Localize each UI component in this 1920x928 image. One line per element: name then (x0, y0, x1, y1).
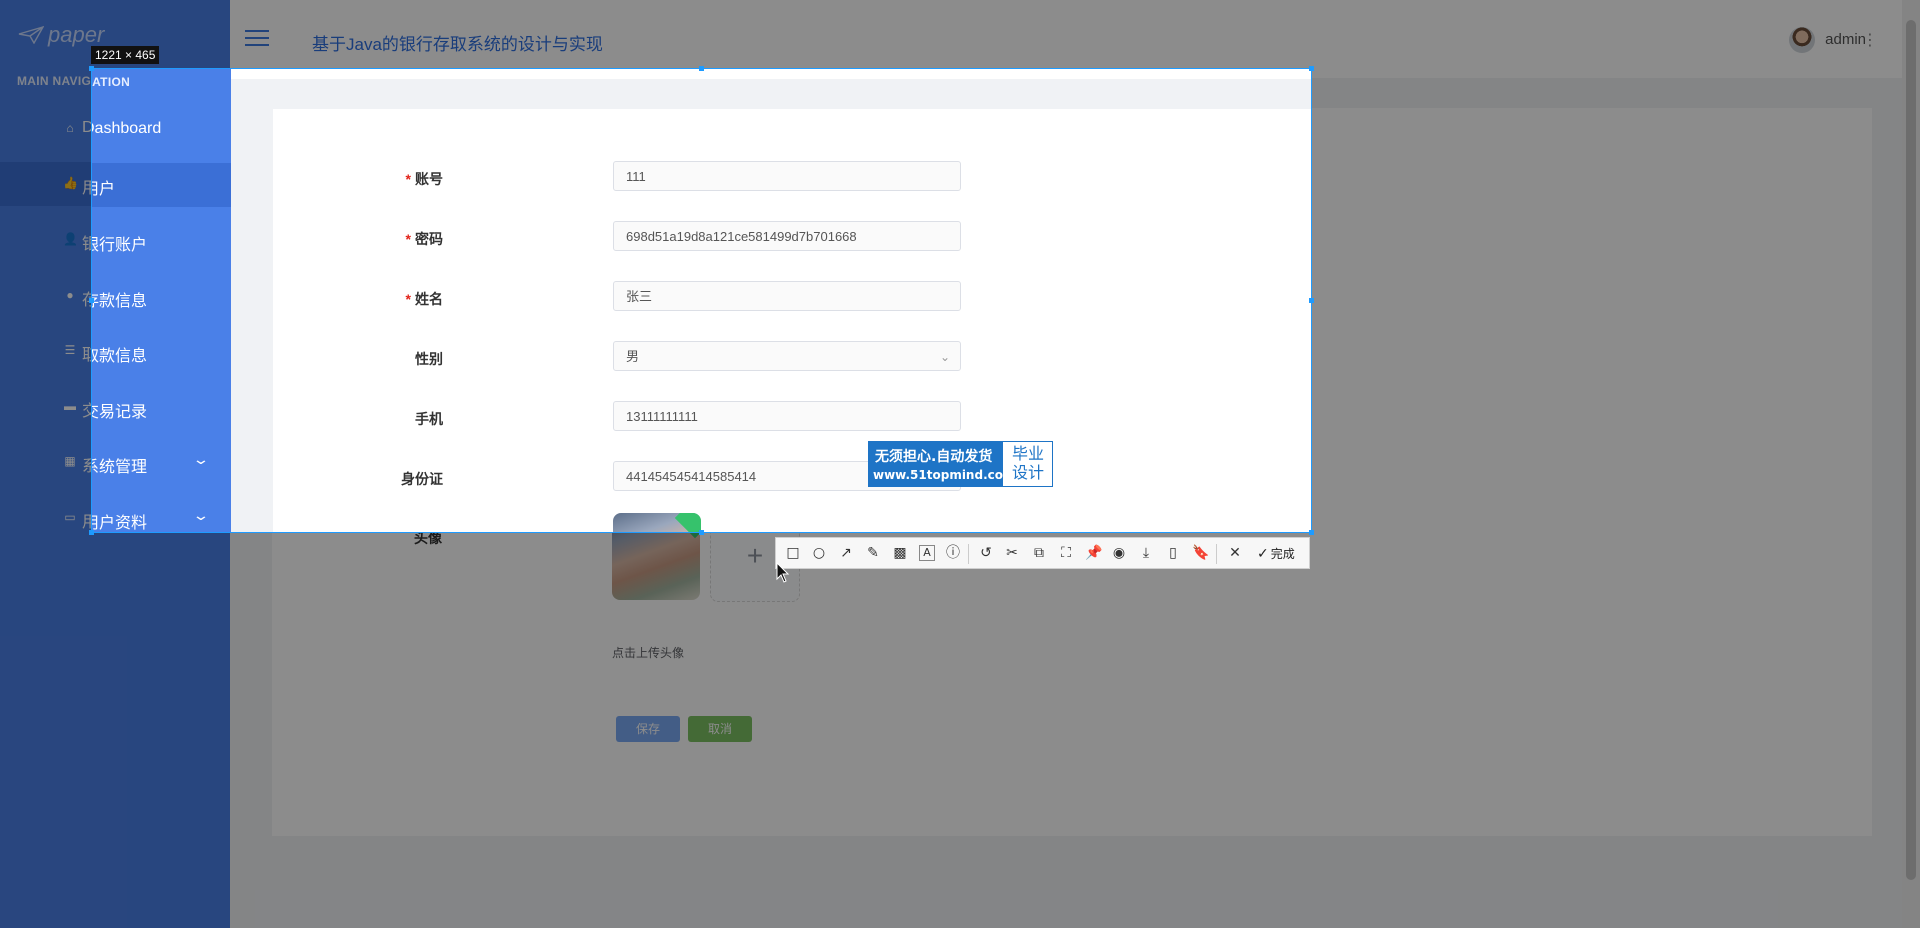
sidebar-item-transactions[interactable]: ▬交易记录 (92, 386, 231, 430)
bookmark-icon[interactable]: 🔖 (1192, 545, 1209, 561)
sidebar-item-bank-accounts[interactable]: 👤银行账户 (92, 219, 231, 263)
watermark-line2: www.51topmind.com (873, 468, 1016, 482)
watermark-right1: 毕业 (1011, 444, 1044, 463)
account-input[interactable]: 111 (613, 161, 961, 191)
resize-handle[interactable] (1309, 298, 1314, 303)
resize-handle[interactable] (89, 298, 94, 303)
number-marker-icon[interactable]: ⓘ (945, 545, 961, 561)
phone-label: 手机 (415, 411, 443, 427)
done-button[interactable]: ✓ 完成 (1257, 545, 1295, 562)
sidebar-item-profile[interactable]: ▭用户资料⌄ (92, 497, 231, 532)
resize-handle[interactable] (89, 66, 94, 71)
watermark-line1: 无须担心.自动发货 (875, 449, 993, 465)
mouse-cursor-icon (776, 562, 790, 583)
rectangle-tool-icon[interactable]: □ (785, 545, 801, 561)
download-icon[interactable]: ⤓ (1138, 545, 1154, 561)
sidebar-item-label: 存款信息 (92, 293, 148, 310)
sidebar-item-label: 取款信息 (92, 348, 148, 365)
sidebar-item-label: Dashboard (92, 120, 162, 137)
undo-icon[interactable]: ↺ (978, 545, 994, 561)
scan-icon[interactable]: ⛶ (1058, 545, 1074, 561)
pin-icon[interactable]: 📌 (1085, 545, 1102, 561)
gender-label: 性别 (415, 351, 443, 367)
sidebar-item-label: 用户资料 (92, 515, 148, 532)
long-screenshot-icon[interactable]: ▯ (1165, 545, 1181, 561)
name-input[interactable]: 张三 (613, 281, 961, 311)
scissors-icon[interactable]: ✂ (1004, 545, 1020, 561)
sidebar-item-label: 交易记录 (92, 404, 148, 421)
sidebar-item-users[interactable]: 👍用户 (92, 163, 265, 207)
capture-toolbar: □ ○ ↗ ✎ ▩ A ⓘ ↺ ✂ ⧉ ⛶ 📌 ◉ ⤓ ▯ 🔖 ✕ ✓ 完成 (775, 537, 1310, 569)
selection-size-label: 1221 × 465 (91, 46, 160, 64)
resize-handle[interactable] (699, 530, 704, 535)
phone-input[interactable]: 13111111111 (613, 401, 961, 431)
sidebar-item-system[interactable]: ▦系统管理⌄ (92, 441, 231, 485)
watermark-banner: 无须担心.自动发货 www.51topmind.com 毕业 设计 (868, 441, 1053, 487)
sidebar-item-deposits[interactable]: ●存款信息 (92, 275, 231, 319)
check-icon: ✓ (1257, 545, 1269, 561)
account-label: 账号 (415, 171, 443, 187)
sidebar-item-dashboard[interactable]: ⌂Dashboard (92, 108, 231, 152)
arrow-tool-icon[interactable]: ↗ (838, 545, 854, 561)
record-icon[interactable]: ◉ (1111, 545, 1127, 561)
sidebar-item-withdrawals[interactable]: ☰取款信息 (92, 330, 231, 374)
text-tool-icon[interactable]: A (919, 545, 935, 561)
chevron-down-icon: ⌄ (192, 507, 210, 523)
gender-value: 男 (626, 349, 640, 364)
resize-handle[interactable] (89, 530, 94, 535)
ellipse-tool-icon[interactable]: ○ (811, 545, 827, 561)
app-selection-view: MAIN NAVIGATION ⌂Dashboard 👍用户 👤银行账户 ●存款… (92, 69, 1311, 532)
watermark-right2: 设计 (1011, 463, 1044, 482)
sidebar-item-label: 系统管理 (92, 459, 148, 476)
mosaic-tool-icon[interactable]: ▩ (892, 545, 908, 561)
nav-section-title: MAIN NAVIGATION (92, 75, 131, 89)
chevron-down-icon: ⌄ (192, 451, 210, 467)
sidebar-item-label: 用户 (92, 181, 116, 198)
avatar-image[interactable] (613, 513, 701, 532)
resize-handle[interactable] (1309, 530, 1314, 535)
capture-selection[interactable]: MAIN NAVIGATION ⌂Dashboard 👍用户 👤银行账户 ●存款… (91, 68, 1312, 533)
ocr-icon[interactable]: ⧉ (1031, 545, 1047, 561)
password-input[interactable]: 698d51a19d8a121ce581499d7b701668 (613, 221, 961, 251)
chevron-down-icon: ⌄ (939, 350, 950, 364)
done-label: 完成 (1270, 547, 1295, 561)
sidebar-item-label: 银行账户 (92, 237, 148, 254)
password-label: 密码 (415, 231, 443, 247)
resize-handle[interactable] (699, 66, 704, 71)
gender-select[interactable]: 男⌄ (613, 341, 961, 371)
resize-handle[interactable] (1309, 66, 1314, 71)
idcard-label: 身份证 (401, 471, 443, 487)
name-label: 姓名 (415, 291, 443, 307)
pencil-tool-icon[interactable]: ✎ (865, 545, 881, 561)
close-icon[interactable]: ✕ (1227, 545, 1243, 561)
